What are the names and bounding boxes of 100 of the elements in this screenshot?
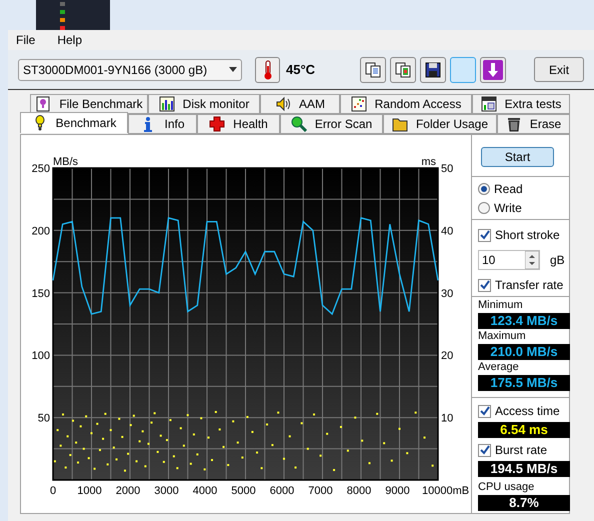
checkbox[interactable] (478, 278, 491, 292)
dropdown-arrow-icon (229, 67, 237, 72)
tick-label: 7000 (308, 485, 333, 497)
access-time-point (368, 462, 370, 464)
access-time-point (266, 423, 268, 426)
toolbar-button[interactable] (420, 56, 446, 82)
tab[interactable]: Extra tests (472, 94, 570, 114)
access-time-point (288, 435, 291, 438)
access-time-point (130, 424, 132, 426)
reading-display: 175.5 MB/s (478, 375, 570, 391)
checkbox-label: Burst rate (495, 442, 548, 459)
access-time-point (246, 416, 248, 418)
reading-display: 8.7% (478, 495, 570, 511)
bar-graph-icon (158, 96, 175, 112)
size-spin-field[interactable]: 10 (478, 250, 540, 270)
toolbar-button[interactable] (360, 56, 386, 82)
copy-image-icon (395, 62, 412, 78)
tick-label: 0 (50, 485, 56, 497)
access-time-point (166, 439, 168, 442)
access-time-point (208, 436, 210, 439)
unit-label: gB (550, 252, 565, 269)
checkbox[interactable] (478, 228, 491, 242)
access-time-point (232, 420, 234, 422)
menu-item[interactable]: File (16, 31, 36, 49)
tick-label: 10 (441, 412, 454, 425)
access-time-point (80, 425, 82, 428)
reading-display: 194.5 MB/s (478, 461, 570, 477)
tick-label: 2000 (116, 485, 140, 497)
access-time-point (383, 442, 386, 444)
access-time-point (214, 410, 217, 413)
access-time-point (424, 436, 426, 439)
access-time-point (144, 465, 146, 468)
access-time-point (204, 468, 206, 470)
access-time-point (72, 420, 74, 422)
access-time-point (277, 412, 280, 414)
access-time-point (136, 460, 138, 462)
tick-label: 100 (32, 350, 50, 362)
tab[interactable]: Folder Usage (383, 114, 497, 134)
access-time-point (227, 464, 230, 466)
tab[interactable]: Info (128, 114, 197, 134)
spin-arrows-icon (525, 251, 539, 269)
speaker-icon (274, 96, 291, 112)
access-time-point (156, 450, 159, 453)
access-time-point (118, 418, 120, 420)
access-time-point (376, 412, 378, 415)
tab[interactable]: Benchmark (20, 112, 128, 133)
tab[interactable]: Error Scan (280, 114, 383, 134)
tick-label: 250 (32, 163, 50, 175)
drive-dropdown[interactable]: ST3000DM001-9YN166 (3000 gB) (18, 58, 242, 80)
access-time-point (75, 442, 78, 444)
stat-label: Maximum (478, 329, 527, 344)
access-time-point (172, 455, 175, 458)
menu-item[interactable]: Help (57, 31, 82, 49)
toolbar-button[interactable] (480, 56, 506, 82)
access-time-point (127, 452, 130, 455)
checkbox[interactable] (478, 404, 491, 418)
access-time-point (294, 466, 297, 469)
access-time-point (138, 440, 141, 442)
stat-label: CPU usage (478, 480, 536, 495)
access-time-point (66, 435, 69, 438)
access-time-point (88, 457, 90, 460)
tab[interactable]: Erase (497, 114, 570, 134)
tick-label: 5000 (231, 485, 256, 497)
exit-button[interactable]: Exit (534, 57, 584, 82)
toolbar-button[interactable] (390, 56, 416, 82)
document-icon (35, 96, 52, 112)
tab[interactable]: Random Access (340, 94, 472, 114)
access-time-point (106, 463, 109, 466)
access-time-point (147, 442, 150, 445)
tab[interactable]: Disk monitor (148, 94, 260, 114)
tick-label: 6000 (270, 485, 294, 497)
checkbox[interactable] (478, 444, 491, 456)
tab[interactable]: Health (197, 114, 280, 134)
tick-label: 30 (441, 288, 454, 300)
access-time-point (192, 433, 195, 436)
tab[interactable]: AAM (260, 94, 340, 114)
grid-chart-icon (480, 96, 497, 112)
radio-button[interactable] (478, 202, 490, 214)
check-icon (480, 280, 490, 290)
start-button[interactable]: Start (481, 147, 554, 167)
access-time-point (432, 464, 434, 467)
access-time-point (60, 444, 62, 447)
access-time-point (121, 436, 124, 438)
access-time-point (236, 442, 239, 444)
access-time-point (102, 438, 104, 440)
access-time-point (180, 427, 182, 430)
access-time-point (162, 460, 165, 463)
tab[interactable]: File Benchmark (30, 94, 148, 114)
stat-label: Average (478, 360, 520, 375)
temperature-button[interactable] (255, 56, 280, 82)
access-time-point (354, 416, 356, 419)
access-time-point (94, 468, 96, 470)
radio-button[interactable] (478, 183, 490, 195)
access-time-point (340, 426, 342, 428)
checkbox-label: Short stroke (495, 227, 560, 244)
access-time-point (326, 432, 328, 435)
access-time-point (196, 453, 198, 456)
access-time-point (104, 412, 106, 415)
access-time-point (85, 415, 88, 418)
access-time-point (406, 452, 408, 454)
